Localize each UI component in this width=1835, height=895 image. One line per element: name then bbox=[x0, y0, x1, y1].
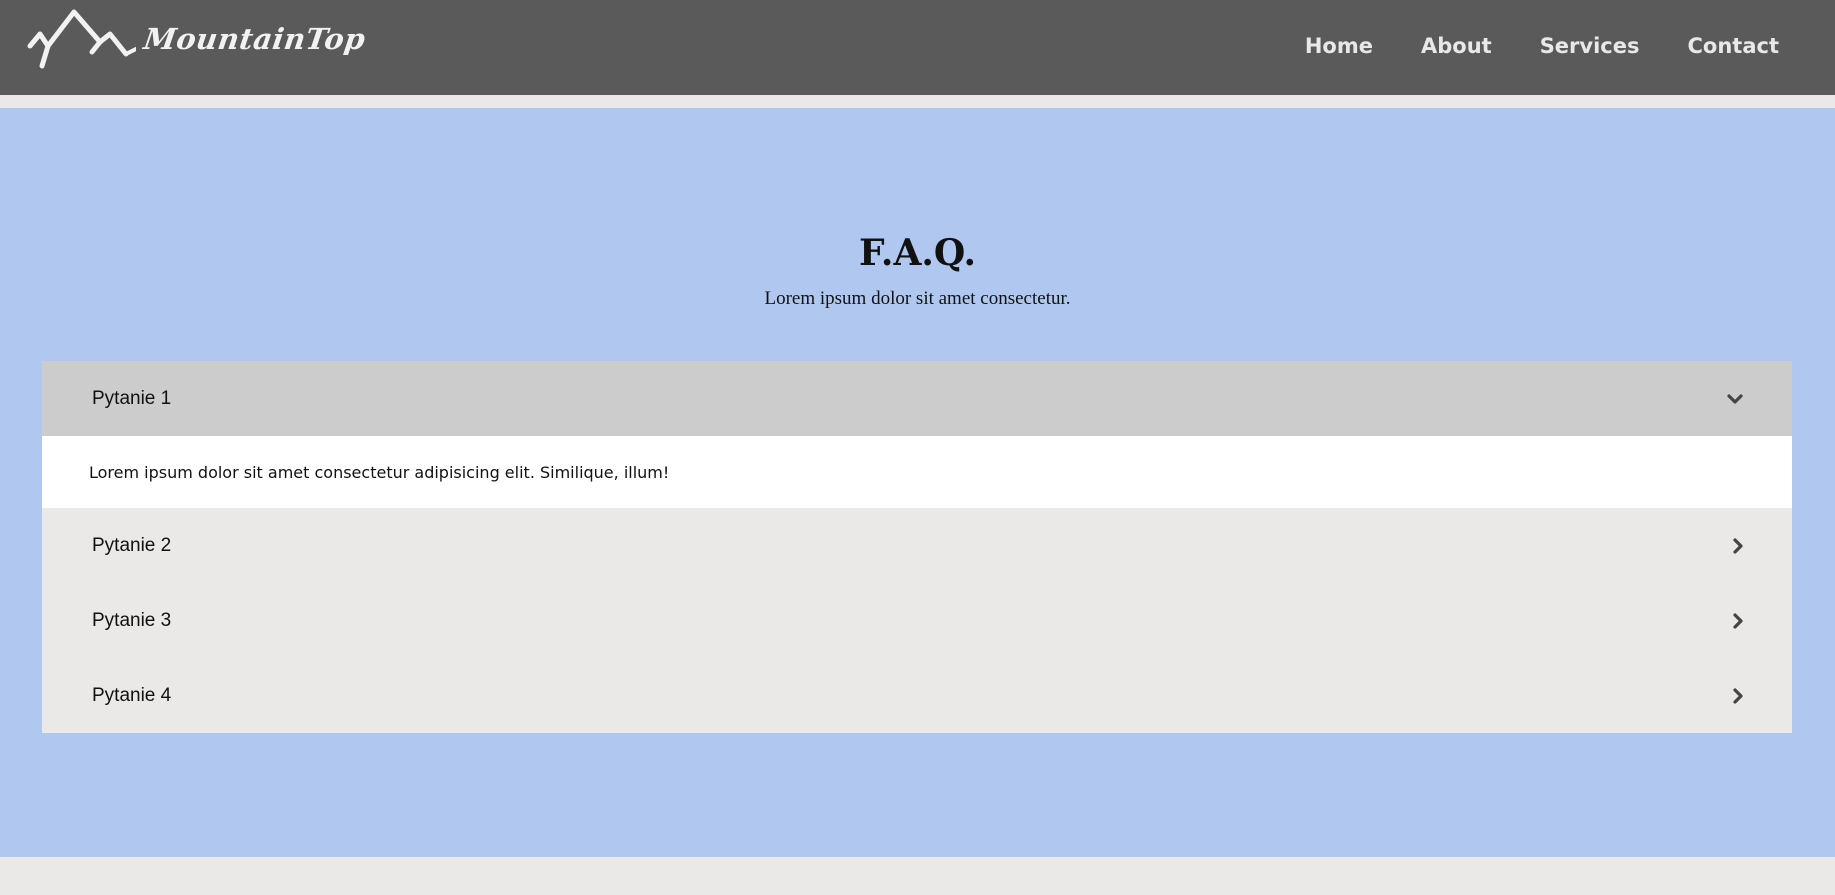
nav-services[interactable]: Services bbox=[1540, 34, 1640, 58]
chevron-down-icon bbox=[1726, 393, 1744, 405]
logo[interactable]: MountainTop bbox=[26, 6, 368, 72]
faq-item-1-answer: Lorem ipsum dolor sit amet consectetur a… bbox=[42, 436, 1792, 508]
faq-answer-text: Lorem ipsum dolor sit amet consectetur a… bbox=[89, 462, 670, 482]
navbar: MountainTop Home About Services Contact bbox=[0, 0, 1835, 95]
nav-contact[interactable]: Contact bbox=[1688, 34, 1780, 58]
main-nav: Home About Services Contact bbox=[1305, 34, 1779, 58]
faq-title: F.A.Q. bbox=[858, 232, 977, 274]
faq-question-label: Pytanie 2 bbox=[92, 534, 172, 556]
faq-question-label: Pytanie 4 bbox=[92, 684, 172, 706]
faq-item-1-header[interactable]: Pytanie 1 bbox=[42, 361, 1792, 436]
faq-item-2-header[interactable]: Pytanie 2 bbox=[42, 508, 1792, 583]
chevron-right-icon bbox=[1732, 537, 1744, 555]
faq-item-3-header[interactable]: Pytanie 3 bbox=[42, 583, 1792, 658]
faq-accordion: Pytanie 1 Lorem ipsum dolor sit amet con… bbox=[42, 361, 1792, 733]
nav-home[interactable]: Home bbox=[1305, 34, 1373, 58]
logo-text: MountainTop bbox=[141, 22, 368, 56]
nav-about[interactable]: About bbox=[1421, 34, 1492, 58]
mountain-logo-icon bbox=[27, 9, 136, 69]
faq-item-4-header[interactable]: Pytanie 4 bbox=[42, 658, 1792, 733]
chevron-right-icon bbox=[1732, 687, 1744, 705]
faq-subtitle: Lorem ipsum dolor sit amet consectetur. bbox=[764, 288, 1071, 309]
faq-question-label: Pytanie 3 bbox=[92, 609, 172, 631]
chevron-right-icon bbox=[1732, 612, 1744, 630]
faq-section: F.A.Q. Lorem ipsum dolor sit amet consec… bbox=[0, 108, 1835, 857]
faq-question-label: Pytanie 1 bbox=[92, 387, 172, 409]
